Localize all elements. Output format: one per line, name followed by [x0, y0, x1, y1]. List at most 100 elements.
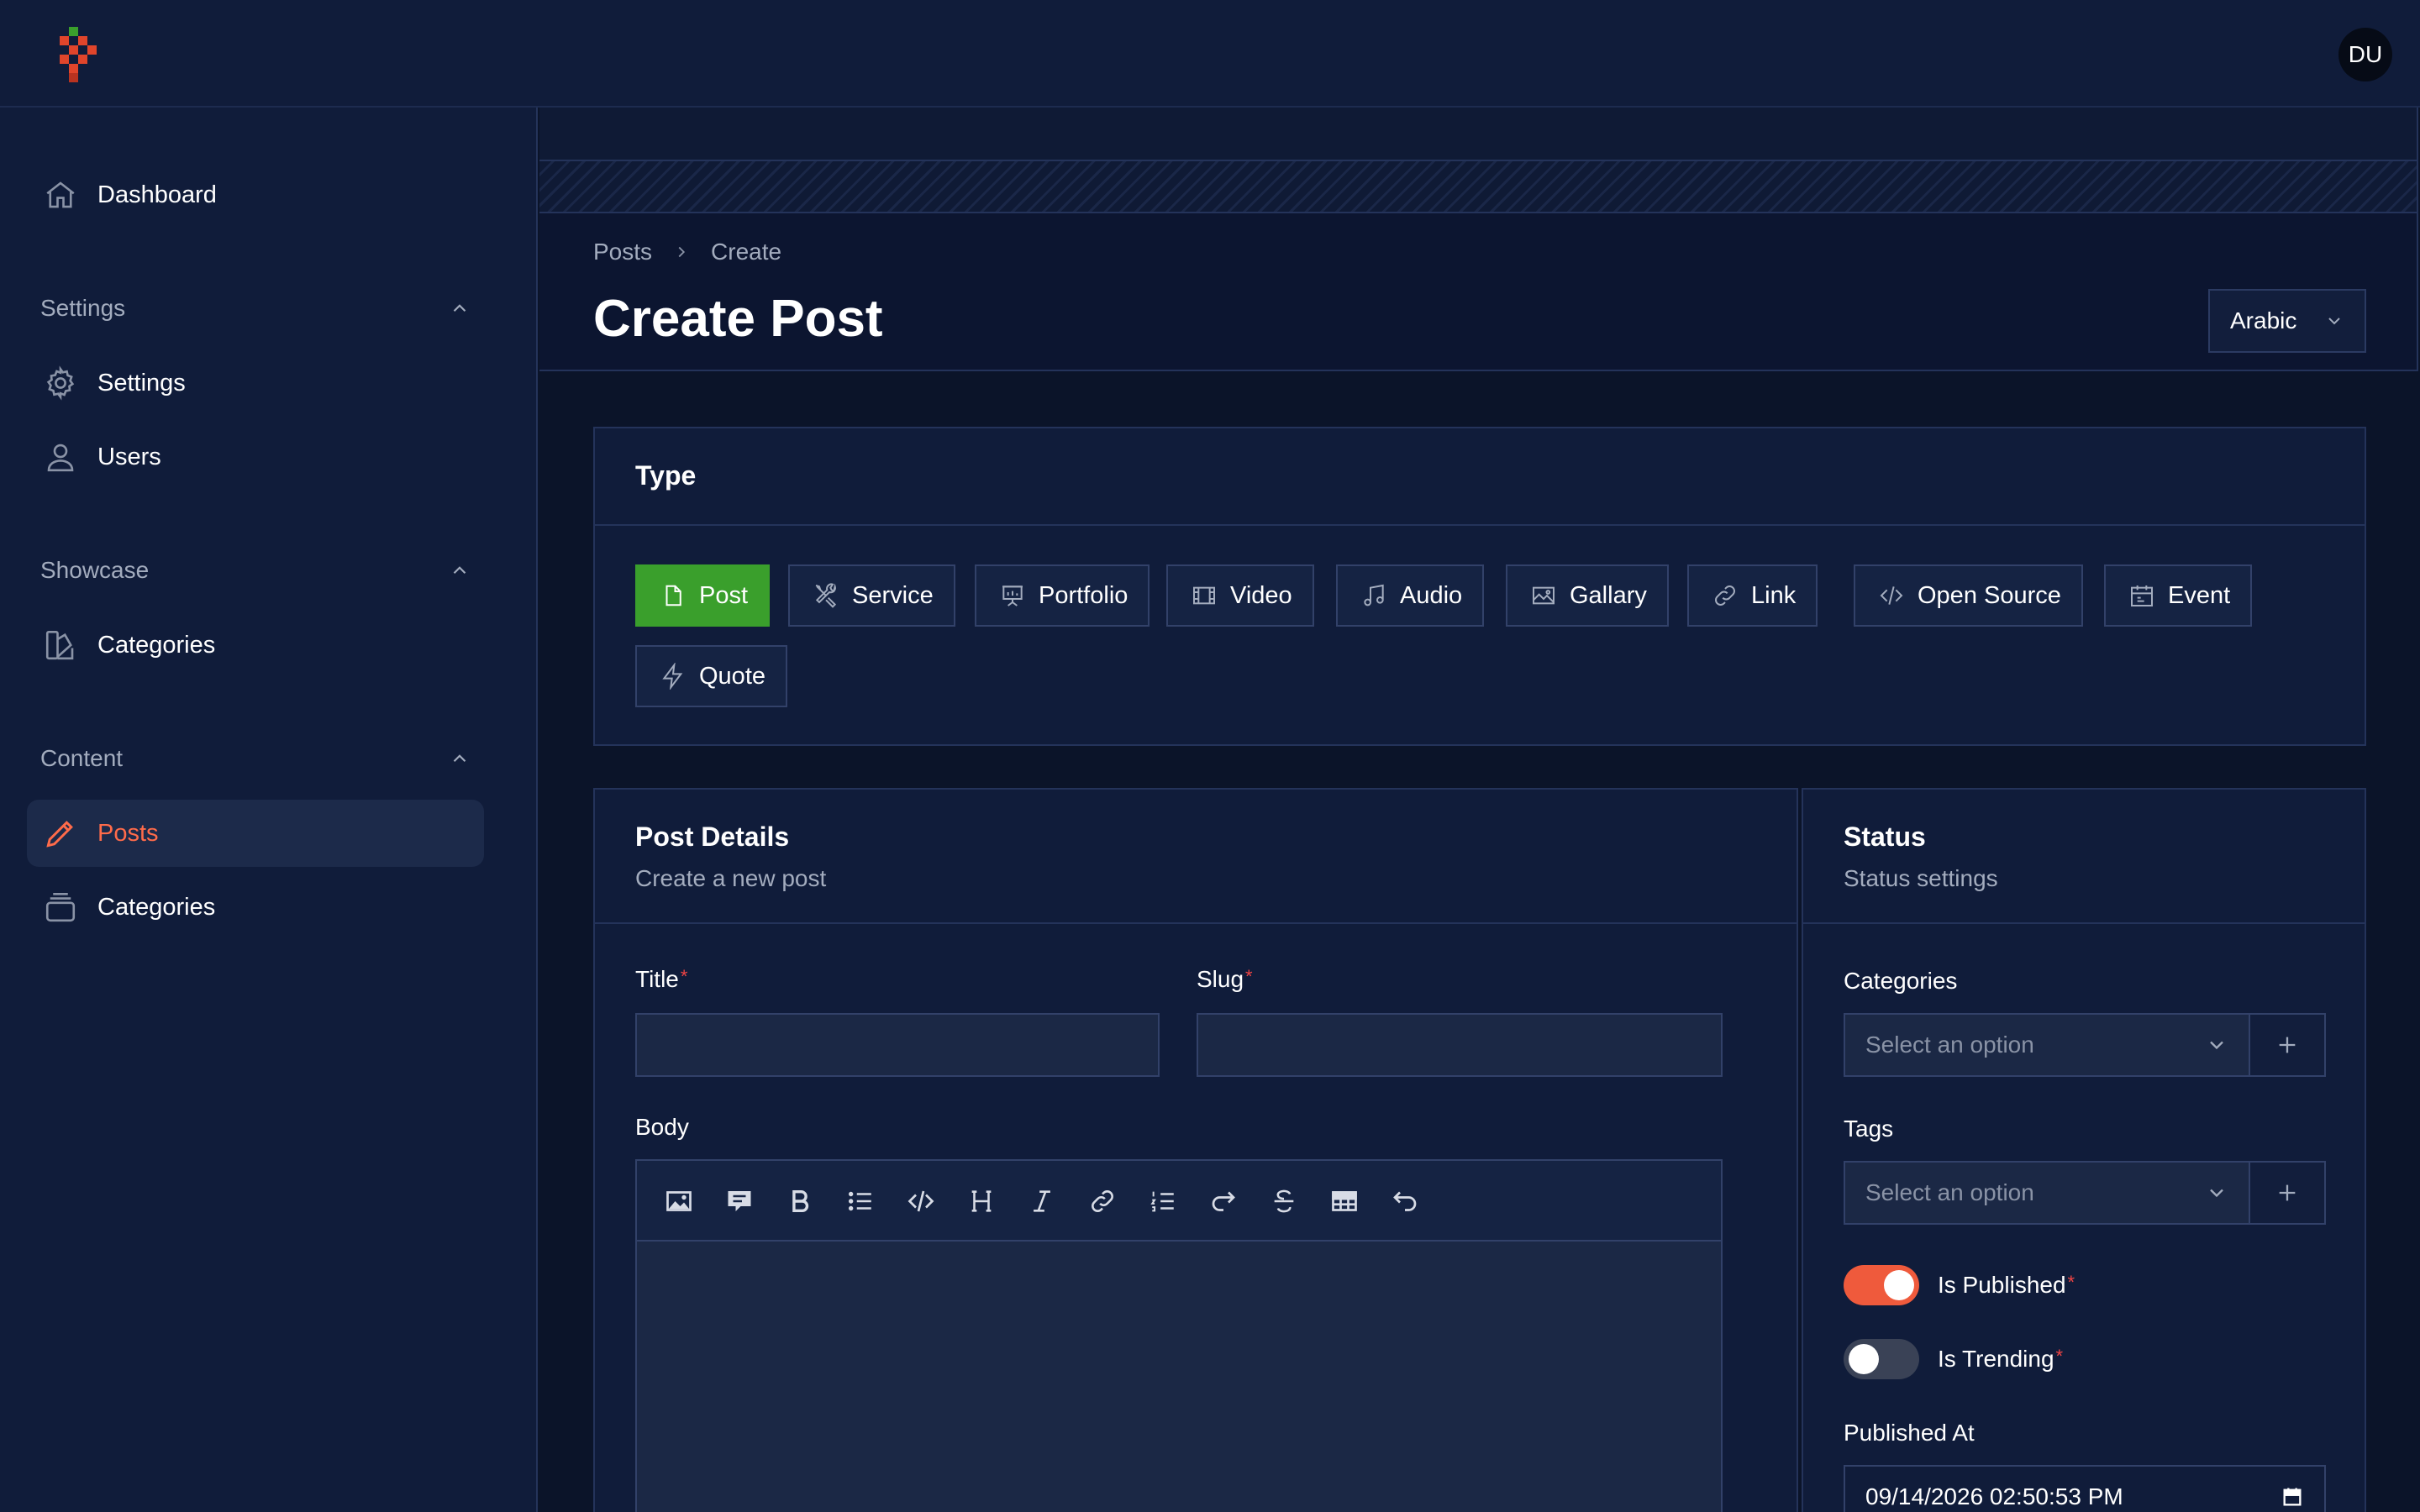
redo-icon[interactable]: [1193, 1171, 1254, 1231]
bulleted-list-icon[interactable]: [830, 1171, 891, 1231]
published-at-input[interactable]: 09/14/2026 02:50:53 PM: [1844, 1465, 2326, 1512]
type-label: Portfolio: [1039, 581, 1128, 609]
type-label: Gallary: [1570, 581, 1647, 609]
published-at-value: 09/14/2026 02:50:53 PM: [1865, 1483, 2123, 1509]
categories-placeholder: Select an option: [1865, 1032, 2034, 1058]
chat-bubble-icon[interactable]: [709, 1171, 770, 1231]
published-at-label: Published At: [1844, 1420, 1975, 1446]
heading-icon[interactable]: [951, 1171, 1012, 1231]
type-video-button[interactable]: Video: [1166, 564, 1314, 627]
main-content: Posts Create Create Post Arabic Type Pos…: [539, 108, 2420, 1512]
sidebar-group-settings[interactable]: Settings: [40, 287, 471, 329]
home-icon: [42, 176, 79, 213]
sidebar-item-label: Settings: [97, 369, 186, 396]
sidebar-item-posts[interactable]: Posts: [27, 800, 484, 867]
bolt-icon: [659, 662, 687, 690]
breadcrumb: Posts Create: [593, 239, 781, 265]
language-value: Arabic: [2230, 307, 2297, 333]
bold-icon[interactable]: [770, 1171, 830, 1231]
card-title: Post Details: [635, 822, 790, 852]
chevron-up-icon: [453, 754, 466, 763]
is-published-label: Is Published*: [1938, 1272, 2075, 1298]
link-icon[interactable]: [1072, 1171, 1133, 1231]
type-label: Audio: [1400, 581, 1463, 609]
top-bar: DU: [0, 0, 2420, 108]
type-link-button[interactable]: Link: [1687, 564, 1818, 627]
gear-icon: [42, 365, 79, 402]
sidebar-group-content[interactable]: Content: [40, 738, 471, 780]
numbered-list-icon[interactable]: [1133, 1171, 1193, 1231]
slug-label: Slug*: [1197, 966, 1253, 992]
pencil-icon: [42, 815, 79, 852]
breadcrumb-posts-link[interactable]: Posts: [593, 239, 652, 265]
chevron-right-icon: [672, 243, 691, 261]
plus-icon: [2279, 1037, 2296, 1053]
sidebar-item-label: Dashboard: [97, 181, 217, 208]
card-header: Post Details Create a new post: [595, 790, 1797, 924]
sidebar-item-label: Categories: [97, 893, 216, 921]
title-input[interactable]: [635, 1013, 1160, 1077]
sidebar-item-content-categories[interactable]: Categories: [27, 874, 484, 941]
sidebar: Dashboard Settings Settings Users Showca…: [0, 108, 538, 1512]
is-trending-label: Is Trending*: [1938, 1346, 2064, 1372]
code-icon[interactable]: [891, 1171, 951, 1231]
post-details-card: Post Details Create a new post Title* Sl…: [593, 788, 1798, 1512]
type-quote-button[interactable]: Quote: [635, 645, 787, 707]
categories-label: Categories: [1844, 968, 1958, 994]
card-header: Status Status settings: [1803, 790, 2365, 924]
type-portfolio-button[interactable]: Portfolio: [975, 564, 1150, 627]
tags-select[interactable]: Select an option: [1844, 1161, 2326, 1225]
image-icon[interactable]: [649, 1171, 709, 1231]
tags-placeholder: Select an option: [1865, 1179, 2034, 1205]
undo-icon[interactable]: [1375, 1171, 1435, 1231]
sidebar-item-showcase-categories[interactable]: Categories: [27, 612, 484, 679]
sidebar-item-dashboard[interactable]: Dashboard: [27, 161, 484, 228]
type-service-button[interactable]: Service: [788, 564, 955, 627]
toggle-knob: [1884, 1270, 1914, 1300]
add-tag-button[interactable]: [2249, 1163, 2324, 1223]
type-open-source-button[interactable]: Open Source: [1854, 564, 2083, 627]
swatch-icon: [42, 627, 79, 664]
calendar-icon: [2128, 581, 2156, 610]
link-icon: [1711, 581, 1739, 610]
type-label: Post: [699, 581, 749, 609]
group-label: Content: [40, 745, 124, 771]
categories-select[interactable]: Select an option: [1844, 1013, 2326, 1077]
toggle-knob: [1849, 1344, 1879, 1374]
italic-icon[interactable]: [1012, 1171, 1072, 1231]
type-label: Service: [852, 581, 934, 609]
strikethrough-icon[interactable]: [1254, 1171, 1314, 1231]
sidebar-item-users[interactable]: Users: [27, 423, 484, 491]
chevron-up-icon: [453, 566, 466, 575]
type-post-button[interactable]: Post: [635, 564, 771, 627]
hatched-strip: [539, 161, 2418, 213]
is-trending-toggle[interactable]: [1844, 1339, 1919, 1379]
card-subtitle: Create a new post: [635, 865, 827, 891]
table-icon[interactable]: [1314, 1171, 1375, 1231]
sidebar-item-settings[interactable]: Settings: [27, 349, 484, 417]
sidebar-item-label: Categories: [97, 631, 216, 659]
body-textarea[interactable]: [637, 1242, 1721, 1512]
type-event-button[interactable]: Event: [2104, 564, 2253, 627]
sidebar-item-label: Posts: [97, 819, 159, 847]
add-category-button[interactable]: [2249, 1015, 2324, 1075]
sidebar-item-label: Users: [97, 443, 161, 470]
slug-input[interactable]: [1197, 1013, 1723, 1077]
music-note-icon: [1360, 581, 1388, 610]
editor-toolbar-buttons: [649, 1171, 1435, 1231]
sidebar-group-showcase[interactable]: Showcase: [40, 549, 471, 591]
language-select[interactable]: Arabic: [2208, 289, 2366, 353]
type-gallary-button[interactable]: Gallary: [1506, 564, 1669, 627]
is-published-toggle[interactable]: [1844, 1265, 1919, 1305]
user-avatar[interactable]: DU: [2338, 28, 2392, 81]
type-audio-button[interactable]: Audio: [1336, 564, 1485, 627]
calendar-icon[interactable]: [2281, 1485, 2304, 1509]
logo-icon[interactable]: [57, 27, 104, 82]
status-card: Status Status settings Categories Select…: [1802, 788, 2366, 1512]
code-bracket-icon: [1877, 581, 1906, 610]
chevron-down-icon: [2210, 1041, 2223, 1050]
card-header: Type: [595, 428, 2365, 526]
chevron-down-icon: [2328, 318, 2340, 325]
chevron-up-icon: [453, 304, 466, 312]
document-icon: [659, 581, 687, 610]
